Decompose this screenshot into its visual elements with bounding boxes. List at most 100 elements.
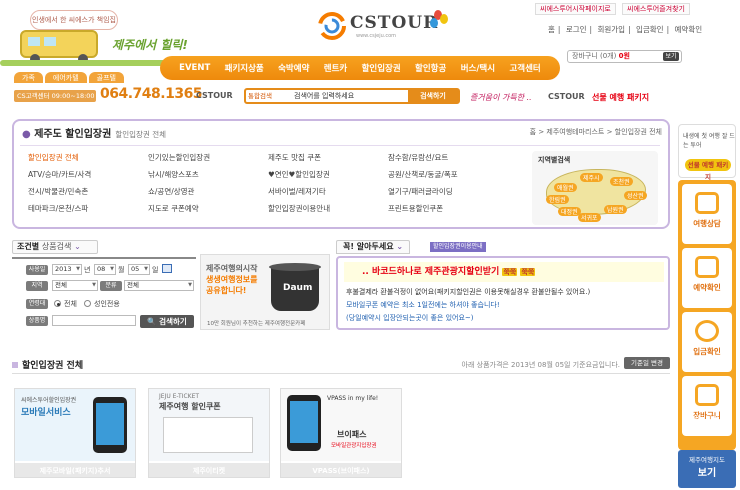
region-map[interactable]: 지역별검색 제주시 애월권 조천권 한림권 성산권 대정권 남원권 서귀포 [532,151,658,225]
category-item[interactable]: 제주도 맛집 쿠폰 [268,151,388,165]
region-namwon[interactable]: 남원권 [604,205,627,214]
cart-count: (0개) [600,52,617,60]
condition-search: 조건별 상품검색 ⌄ 사용일 2013 년 08 월 05 일 지역 전체 분류… [12,240,196,330]
payment-check-link[interactable]: 입금확인 [636,25,664,34]
count-badge: 쭉쭉 [502,268,518,276]
product-image: JEJU E-TICKET 제주여행 할인쿠폰 [149,389,269,461]
product-image-text: JEJU E-TICKET [159,393,200,400]
condition-search-title[interactable]: 조건별 상품검색 ⌄ [12,240,98,254]
nav-customer[interactable]: 고객센터 [509,62,540,74]
change-date-button[interactable]: 기준일 변경 [624,357,670,369]
daum-cafe-banner[interactable]: 제주여행의시작 생생여행정보를 공유합니다! Daum 10만 회원님이 추천하… [200,254,330,330]
notice-guide-tag[interactable]: 할인입장권이용안내 [430,242,486,252]
cart-amount: 0원 [618,52,630,60]
region-jeju[interactable]: 제주시 [580,173,603,182]
quick-menu: 내생에 첫 여행 잘 드는 투어 선물 예행 패키지 여행상담 예약확인 입금확… [676,120,738,490]
product-caption: 제주모바일(패키지)추서 [15,463,135,477]
product-name-input[interactable] [52,315,136,326]
tab-family[interactable]: 가족 [14,72,43,83]
login-link[interactable]: 로그인 [566,25,587,34]
quick-consult[interactable]: 여행상담 [682,184,732,244]
product-card[interactable]: JEJU E-TICKET 제주여행 할인쿠폰 제주이티켓 [148,388,270,478]
nav-package[interactable]: 패키지상품 [225,62,264,74]
region-seongsan[interactable]: 성산권 [624,191,647,200]
region-jocheon[interactable]: 조천권 [610,177,633,186]
daum-logo: Daum [283,283,313,293]
quick-consult-label: 여행상담 [693,219,721,228]
category-item[interactable]: 서바이벌/레져기타 [268,185,388,199]
category-item[interactable]: 할인입장권 전체 [28,151,148,165]
day-select[interactable]: 05 [128,264,150,275]
quick-payment[interactable]: 입금확인 [682,312,732,372]
category-item[interactable]: 공원/산책로/동굴/폭포 [388,168,508,182]
category-item[interactable]: 전시/박물관/민속촌 [28,185,148,199]
smile-text: 제주에서 힐릭! [112,38,188,52]
age-all-radio[interactable] [54,300,61,307]
notice-panel: 꼭! 알아두세요 ⌄ 할인입장권이용안내 .. 바코드하나로 제주관광지할인받기… [336,240,670,330]
region-daejeong[interactable]: 대정권 [558,207,581,216]
tab-aircartel[interactable]: 에어카텔 [44,72,87,83]
scroll-top-button[interactable]: 위로가기 [684,414,728,426]
category-item[interactable]: 할인입장권이용안내 [268,202,388,216]
mini-logo[interactable]: CSTOUR [196,91,233,100]
kind-select[interactable]: 전체 [124,280,194,291]
nav-rentcar[interactable]: 렌트카 [324,62,347,74]
age-label: 연령대 [26,299,48,309]
category-title: ● 제주도 할인입장권 할인입장권 전체 [22,129,166,140]
cart-box[interactable]: 장바구니 (0개) 0원 보기 [567,50,682,63]
condition-search-button[interactable]: 🔍 검색하기 [140,315,194,328]
nav-bus-taxi[interactable]: 버스/택시 [461,62,495,74]
category-item[interactable]: 인기있는할인입장권 [148,151,268,165]
quick-reservation[interactable]: 예약확인 [682,248,732,308]
cart-view-button[interactable]: 보기 [663,52,679,61]
home-link[interactable]: 홈 [548,25,555,34]
notice-tab[interactable]: 꼭! 알아두세요 ⌄ [336,240,411,254]
region-seogwipo[interactable]: 서귀포 [578,213,601,222]
category-list: 할인입장권 전체 인기있는할인입장권 제주도 맛집 쿠폰 잠수함/유람선/요트 … [28,151,538,216]
nav-airfare[interactable]: 할인항공 [415,62,446,74]
category-item[interactable]: 지도로 쿠폰예약 [148,202,268,216]
bookmark-link[interactable]: 씨에스투어즐겨찾기 [622,3,690,15]
search-button[interactable]: 검색하기 [408,90,458,102]
category-item[interactable]: ATV/승마/카트/사격 [28,168,148,182]
quick-cart[interactable]: 장바구니 [682,376,732,436]
month-select[interactable]: 08 [94,264,116,275]
region-hallim[interactable]: 한림권 [546,195,569,204]
category-item[interactable]: 잠수함/유람선/요트 [388,151,508,165]
cart-label: 장바구니 [572,52,598,60]
quick-promo[interactable]: 내생에 첫 여행 잘 드는 투어 선물 예행 패키지 [678,124,736,181]
reservation-check-link[interactable]: 예약확인 [675,25,703,34]
nav-lodging[interactable]: 숙박예약 [278,62,309,74]
gift-package-link[interactable]: 선물 예행 패키지 [592,92,649,103]
product-card[interactable]: VPASS in my life! 브이패스 모바일관광지입장권 VPASS(브… [280,388,402,478]
nav-tickets[interactable]: 할인입장권 [362,62,401,74]
year-unit: 년 [84,266,91,274]
category-item[interactable]: 쇼/공연/상영관 [148,185,268,199]
category-item[interactable]: 프린트용할인쿠폰 [388,202,508,216]
cstour-logo-icon[interactable] [318,12,346,40]
balloon-icon [430,18,438,28]
notice-line: 후불결제라 환불걱정이 없어요(패키지할인권은 이용못해실경우 환불안될수 있어… [346,288,591,296]
region-aewol[interactable]: 애월권 [554,183,577,192]
join-link[interactable]: 회원가입 [597,25,625,34]
category-item[interactable]: 열기구/패러글라이딩 [388,185,508,199]
jeju-map-button[interactable]: 제주여행지도 보기 [678,450,736,488]
year-select[interactable]: 2013 [52,264,82,275]
region-select[interactable]: 전체 [52,280,98,291]
tab-golftel[interactable]: 골프텔 [88,72,124,83]
search-input[interactable]: 검색어를 입력하세요 [294,91,404,101]
product-card[interactable]: 씨에스투어할인입장권 모바일서비스 제주모바일(패키지)추서 [14,388,136,478]
category-item[interactable]: ♥연인♥할인입장권 [268,168,388,182]
age-adult-radio[interactable] [84,300,91,307]
site-url: www.csjeju.com [356,33,397,39]
search-scope-select[interactable]: 통합검색 [248,91,288,101]
calendar-icon[interactable] [162,264,172,273]
site-logo[interactable]: CSTOUR [350,13,438,33]
startpage-link[interactable]: 씨에스투어시작페이지로 [535,3,616,15]
slogan-bubble: 인생에서 한 씨에스가 책임집니다! [30,10,118,42]
products-header: 할인입장권 전체 아래 상품가격은 2013년 08월 05일 기준요금입니다.… [12,354,670,374]
nav-event[interactable]: EVENT [179,63,210,73]
notice-line: (당일예약시 입장안되는곳이 좋은 있어요~) [346,314,474,322]
category-item[interactable]: 테마파크/온천/스파 [28,202,148,216]
category-item[interactable]: 낚시/해양스포츠 [148,168,268,182]
